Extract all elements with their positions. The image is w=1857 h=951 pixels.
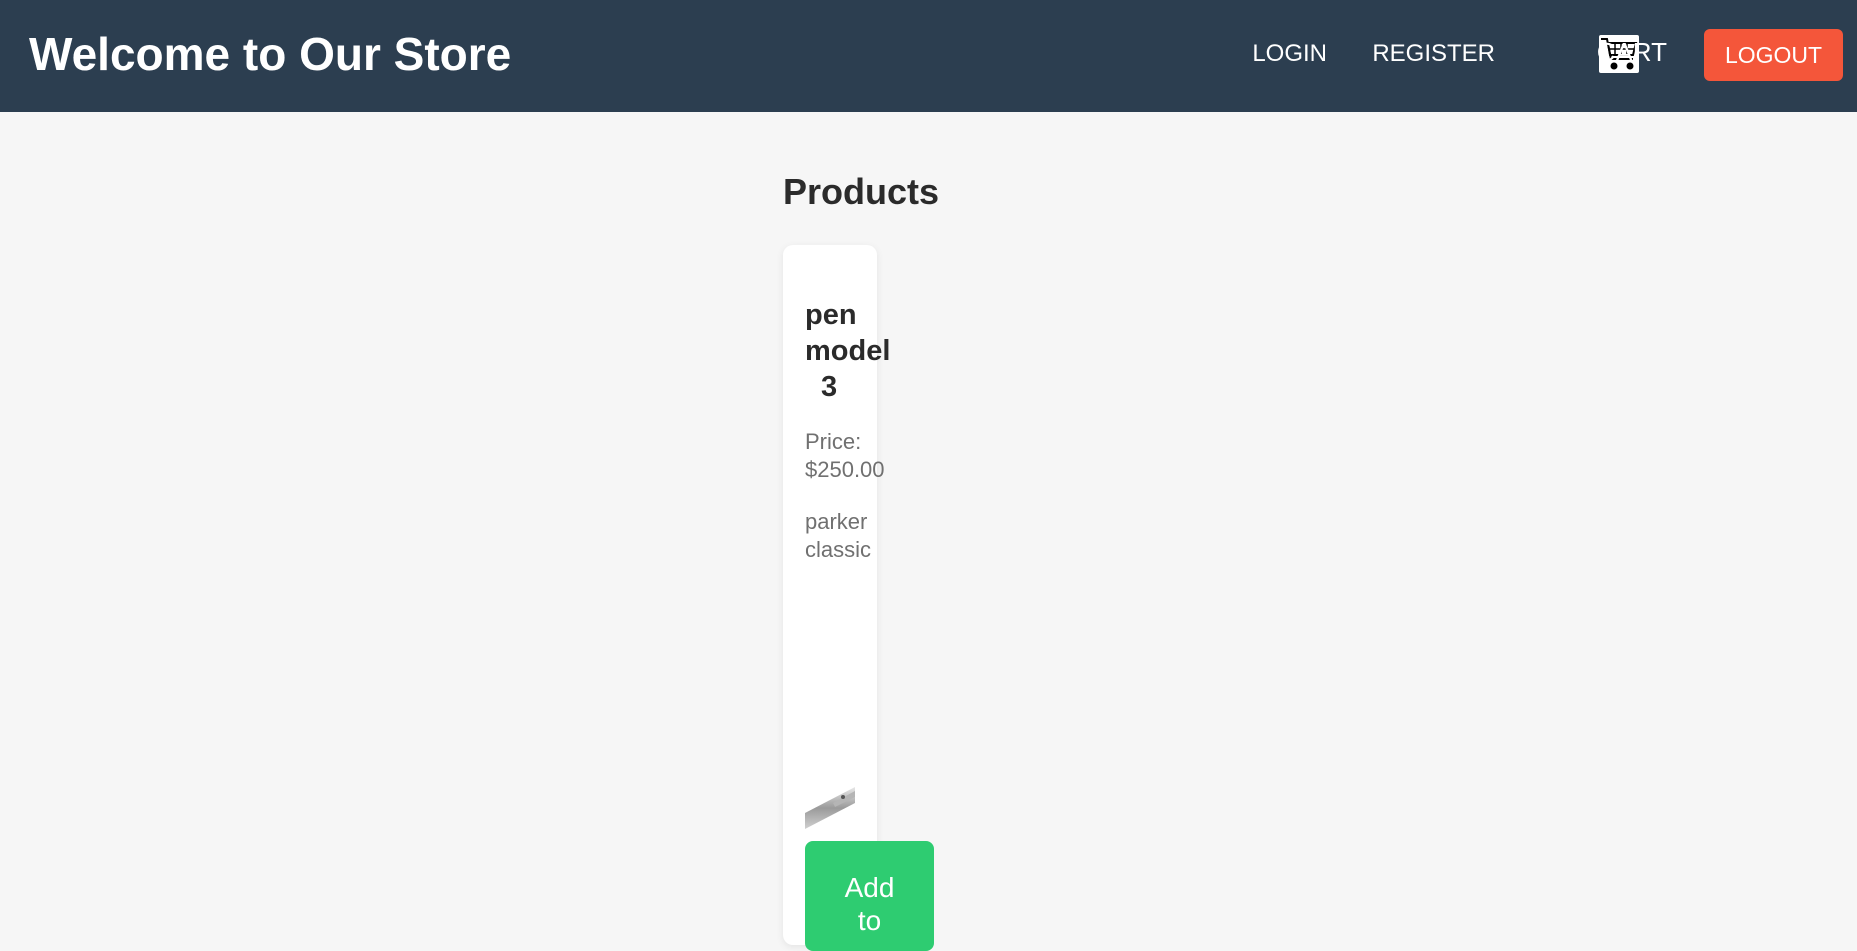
product-name-line: 3 [821, 371, 838, 403]
products-heading: Products [783, 171, 940, 212]
description-line: parker [805, 509, 868, 534]
product-name-line: pen [805, 299, 857, 331]
price-value: $250.00 [805, 457, 885, 482]
add-button-line: to [857, 904, 882, 936]
store-title: Welcome to Our Store [29, 28, 512, 80]
product-image [805, 665, 855, 845]
product-name-line: model [805, 335, 891, 367]
description-line: classic [805, 537, 872, 562]
price-label: Price: [805, 429, 862, 454]
product-price: Price: $250.00 [805, 428, 915, 484]
product-card: pen model 3 Price: $250.00 parker classi… [783, 245, 934, 951]
cart-link[interactable]: CART [1597, 38, 1667, 66]
product-description: parker classic [805, 508, 915, 564]
login-link[interactable]: LOGIN [1252, 40, 1327, 68]
logout-button[interactable]: LOGOUT [1704, 29, 1843, 81]
top-navbar: Welcome to Our Store LOGIN REGISTER CART… [0, 0, 1857, 112]
add-to-cart-button[interactable]: Add to [805, 841, 934, 951]
add-button-line: Add [844, 871, 895, 903]
product-name: pen model 3 [805, 297, 915, 405]
register-link[interactable]: REGISTER [1372, 40, 1495, 68]
